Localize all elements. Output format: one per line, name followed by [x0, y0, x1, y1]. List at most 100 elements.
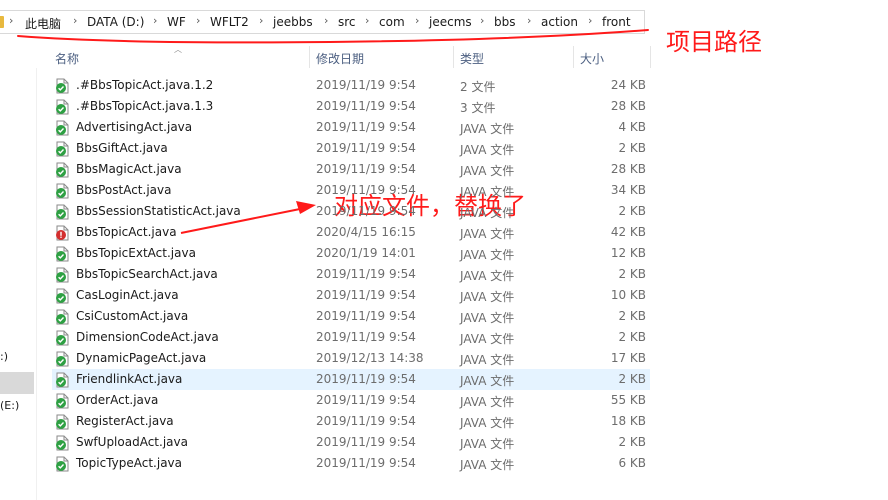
file-row[interactable]: DynamicPageAct.java 2019/12/13 14:38 JAVA …: [52, 348, 650, 369]
file-type: JAVA 文件: [460, 143, 515, 157]
green-check-file-icon: [55, 246, 70, 262]
green-check-file-icon: [55, 267, 70, 283]
file-row[interactable]: OrderAct.java 2019/11/19 9:54 JAVA 文件 55 KB: [52, 390, 650, 411]
file-row[interactable]: .#BbsTopicAct.java.1.3 2019/11/19 9:54 3 文…: [52, 96, 650, 117]
file-date: 2019/11/19 9:54: [316, 78, 416, 92]
green-check-file-icon: [55, 183, 70, 199]
green-check-file-icon: [55, 414, 70, 430]
file-row[interactable]: FriendlinkAct.java 2019/11/19 9:54 JAVA 文件…: [52, 369, 650, 390]
file-date: 2019/11/19 9:54: [316, 99, 416, 113]
file-name: BbsPostAct.java: [76, 183, 172, 197]
sort-up-icon: ︿: [174, 45, 182, 54]
file-row[interactable]: BbsGiftAct.java 2019/11/19 9:54 JAVA 文件 2 K…: [52, 138, 650, 159]
file-row[interactable]: BbsPostAct.java 2019/11/19 9:54 JAVA 文件 34 …: [52, 180, 650, 201]
file-type: JAVA 文件: [460, 290, 515, 304]
file-date: 2019/12/13 14:38: [316, 351, 424, 365]
file-row[interactable]: BbsTopicExtAct.java 2020/1/19 14:01 JAVA 文…: [52, 243, 650, 264]
file-name: TopicTypeAct.java: [76, 456, 183, 470]
file-name: BbsGiftAct.java: [76, 141, 168, 155]
file-date: 2019/11/19 9:54: [316, 288, 416, 302]
file-type: JAVA 文件: [460, 458, 515, 472]
file-row[interactable]: .#BbsTopicAct.java.1.2 2019/11/19 9:54 2 文…: [52, 75, 650, 96]
column-header-type[interactable]: 类型: [460, 50, 484, 67]
green-check-file-icon: [55, 162, 70, 178]
column-divider[interactable]: [453, 46, 454, 68]
file-row[interactable]: BbsTopicAct.java 2020/4/15 16:15 JAVA 文件 42…: [52, 222, 650, 243]
column-header-date[interactable]: 修改日期: [316, 50, 364, 67]
file-size: 2 KB: [618, 141, 646, 155]
file-date: 2019/11/19 9:54: [316, 330, 416, 344]
file-name: .#BbsTopicAct.java.1.3: [76, 99, 214, 113]
green-check-file-icon: [55, 99, 70, 115]
file-type: JAVA 文件: [460, 395, 515, 409]
green-check-file-icon: [55, 435, 70, 451]
nav-item-selected[interactable]: [0, 372, 34, 394]
file-name: AdvertisingAct.java: [76, 120, 193, 134]
file-type: JAVA 文件: [460, 206, 515, 220]
green-check-file-icon: [55, 78, 70, 94]
file-row[interactable]: AdvertisingAct.java 2019/11/19 9:54 JAVA 文…: [52, 117, 650, 138]
navigation-pane: :) (E:): [0, 68, 36, 500]
file-name: DynamicPageAct.java: [76, 351, 207, 365]
file-size: 10 KB: [610, 288, 646, 302]
file-size: 18 KB: [610, 414, 646, 428]
file-row[interactable]: RegisterAct.java 2019/11/19 9:54 JAVA 文件 18…: [52, 411, 650, 432]
green-check-file-icon: [55, 393, 70, 409]
file-type: JAVA 文件: [460, 122, 515, 136]
file-row[interactable]: CasLoginAct.java 2019/11/19 9:54 JAVA 文件 10…: [52, 285, 650, 306]
file-date: 2019/11/19 9:54: [316, 435, 416, 449]
green-check-file-icon: [55, 456, 70, 472]
red-exclamation-file-icon: [55, 225, 70, 241]
file-row[interactable]: BbsMagicAct.java 2019/11/19 9:54 JAVA 文件 28…: [52, 159, 650, 180]
file-date: 2020/4/15 16:15: [316, 225, 416, 239]
file-size: 2 KB: [618, 267, 646, 281]
file-name: BbsSessionStatisticAct.java: [76, 204, 241, 218]
file-type: JAVA 文件: [460, 353, 515, 367]
file-row[interactable]: BbsTopicSearchAct.java 2019/11/19 9:54 JAV…: [52, 264, 650, 285]
file-size: 2 KB: [618, 372, 646, 386]
file-name: CsiCustomAct.java: [76, 309, 189, 323]
file-type: JAVA 文件: [460, 416, 515, 430]
file-name: DimensionCodeAct.java: [76, 330, 219, 344]
file-size: 2 KB: [618, 204, 646, 218]
file-name: SwfUploadAct.java: [76, 435, 188, 449]
file-row[interactable]: DimensionCodeAct.java 2019/11/19 9:54 JAVA…: [52, 327, 650, 348]
file-row[interactable]: CsiCustomAct.java 2019/11/19 9:54 JAVA 文件 2…: [52, 306, 650, 327]
column-divider[interactable]: [309, 46, 310, 68]
file-name: FriendlinkAct.java: [76, 372, 183, 386]
file-name: BbsTopicExtAct.java: [76, 246, 196, 260]
green-check-file-icon: [55, 141, 70, 157]
column-divider[interactable]: [573, 46, 574, 68]
nav-item-drive-e[interactable]: (E:): [0, 399, 19, 412]
file-type: 3 文件: [460, 101, 496, 115]
file-type: JAVA 文件: [460, 332, 515, 346]
column-divider[interactable]: [650, 46, 651, 68]
file-type: JAVA 文件: [460, 185, 515, 199]
file-size: 2 KB: [618, 435, 646, 449]
file-date: 2019/11/19 9:54: [316, 204, 416, 218]
green-check-file-icon: [55, 120, 70, 136]
column-header-name[interactable]: 名称: [55, 50, 79, 67]
file-size: 2 KB: [618, 309, 646, 323]
file-size: 4 KB: [618, 120, 646, 134]
file-date: 2019/11/19 9:54: [316, 393, 416, 407]
file-name: BbsTopicAct.java: [76, 225, 177, 239]
file-type: JAVA 文件: [460, 227, 515, 241]
file-size: 55 KB: [610, 393, 646, 407]
file-type: JAVA 文件: [460, 248, 515, 262]
file-type: JAVA 文件: [460, 437, 515, 451]
file-row[interactable]: TopicTypeAct.java 2019/11/19 9:54 JAVA 文件 6…: [52, 453, 650, 474]
file-row[interactable]: SwfUploadAct.java 2019/11/19 9:54 JAVA 文件 2…: [52, 432, 650, 453]
file-date: 2019/11/19 9:54: [316, 141, 416, 155]
pane-divider[interactable]: [36, 68, 37, 500]
file-list: .#BbsTopicAct.java.1.2 2019/11/19 9:54 2 文…: [52, 75, 652, 474]
file-row[interactable]: BbsSessionStatisticAct.java 2019/11/19 9:…: [52, 201, 650, 222]
file-size: 2 KB: [618, 330, 646, 344]
file-type: JAVA 文件: [460, 311, 515, 325]
nav-item-drive[interactable]: :): [0, 350, 8, 363]
green-check-file-icon: [55, 351, 70, 367]
file-date: 2019/11/19 9:54: [316, 414, 416, 428]
column-header-size[interactable]: 大小: [580, 50, 604, 67]
column-header-row: ︿ 名称 修改日期 类型 大小: [0, 45, 888, 68]
file-name: RegisterAct.java: [76, 414, 174, 428]
